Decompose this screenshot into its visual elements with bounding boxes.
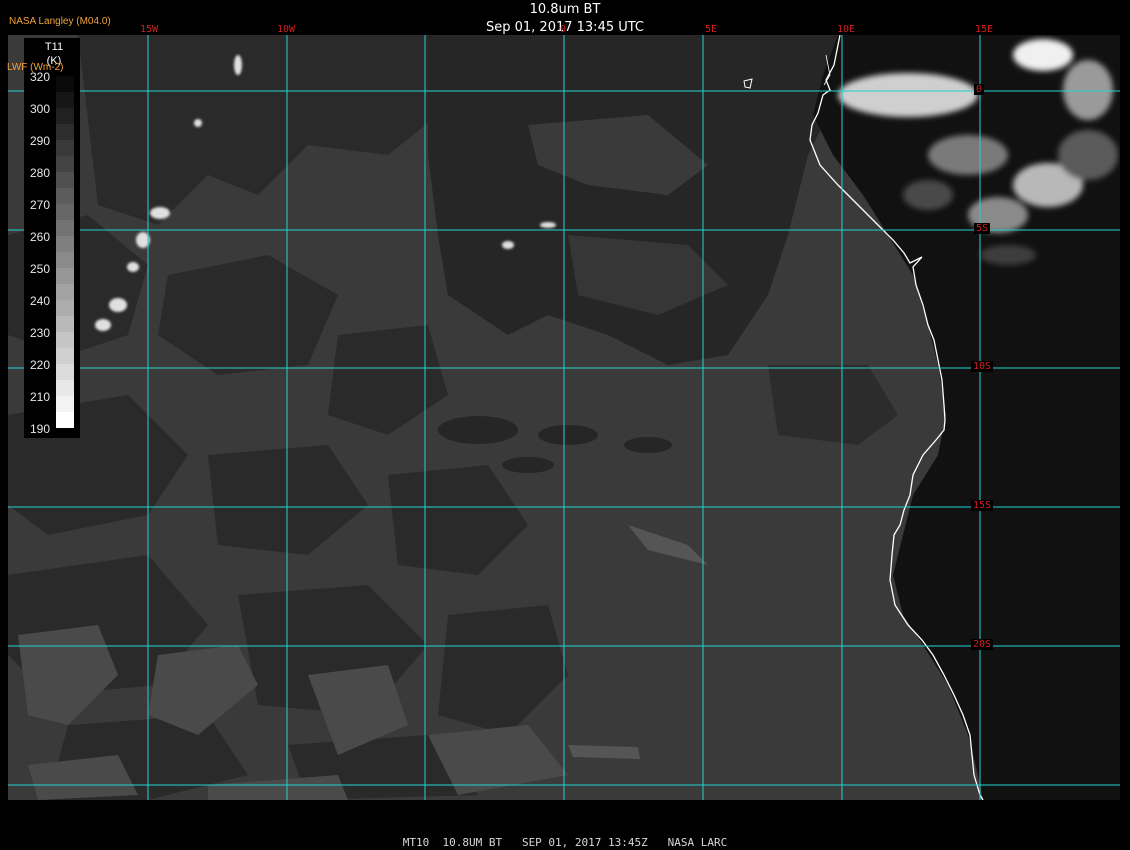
legend-color-band <box>56 204 74 220</box>
lat-label-0: 0 <box>974 84 985 95</box>
legend-color-band <box>56 364 74 380</box>
legend-color-band <box>56 140 74 156</box>
lon-label-10w: 10W <box>277 24 296 35</box>
lon-label-15w: 15W <box>140 24 159 35</box>
legend-tick-label: 220 <box>29 358 50 372</box>
lat-label-15s: 15S <box>971 500 994 511</box>
lat-label-5s: 5S <box>974 223 991 234</box>
lon-label-10e: 10E <box>837 24 856 35</box>
satellite-image-view: 10.8um BT Sep 01, 2017 13:45 UTC NASA La… <box>0 0 1130 850</box>
provider-label: NASA Langley (M04.0) <box>9 16 111 27</box>
legend-color-band <box>56 92 74 108</box>
legend-color-band <box>56 380 74 396</box>
legend-tick-label: 260 <box>29 230 50 244</box>
legend-color-band <box>56 236 74 252</box>
legend-tick-label: 210 <box>29 390 50 404</box>
legend-tick-label: 290 <box>29 134 50 148</box>
legend-color-band <box>56 188 74 204</box>
satellite-map[interactable] <box>8 35 1120 800</box>
image-footer: MT10 10.8UM BT SEP 01, 2017 13:45Z NASA … <box>402 836 728 849</box>
legend-color-band <box>56 332 74 348</box>
lon-label-5e: 5E <box>705 24 718 35</box>
legend-color-band <box>56 284 74 300</box>
lon-label-0: 0 <box>560 24 567 35</box>
legend-tick-label: 190 <box>29 422 50 436</box>
legend-color-band <box>56 412 74 428</box>
lat-label-20s: 20S <box>971 639 994 650</box>
legend-color-band <box>56 76 74 92</box>
legend-color-band <box>56 396 74 412</box>
legend-color-band <box>56 300 74 316</box>
legend-tick-label: 280 <box>29 166 50 180</box>
legend-color-band <box>56 220 74 236</box>
legend-title: T11 <box>44 41 64 53</box>
overlay-unit-label: LWF (Wm-2) <box>7 62 64 73</box>
legend-tick-label: 250 <box>29 262 50 276</box>
legend-tick-label: 270 <box>29 198 50 212</box>
lon-label-15e: 15E <box>975 24 994 35</box>
legend-color-band <box>56 172 74 188</box>
lat-label-10s: 10S <box>971 361 994 372</box>
legend-color-band <box>56 252 74 268</box>
legend-color-band <box>56 108 74 124</box>
legend-tick-label: 230 <box>29 326 50 340</box>
legend-color-band <box>56 124 74 140</box>
product-title: 10.8um BT <box>529 2 601 17</box>
legend-color-band <box>56 316 74 332</box>
color-legend: T11 (K) 320 300 290 280 270 260 250 240 230 220 21… <box>24 38 80 438</box>
legend-color-band <box>56 156 74 172</box>
legend-color-band <box>56 348 74 364</box>
legend-tick-label: 300 <box>29 102 50 116</box>
legend-tick-label: 240 <box>29 294 50 308</box>
legend-color-band <box>56 268 74 284</box>
